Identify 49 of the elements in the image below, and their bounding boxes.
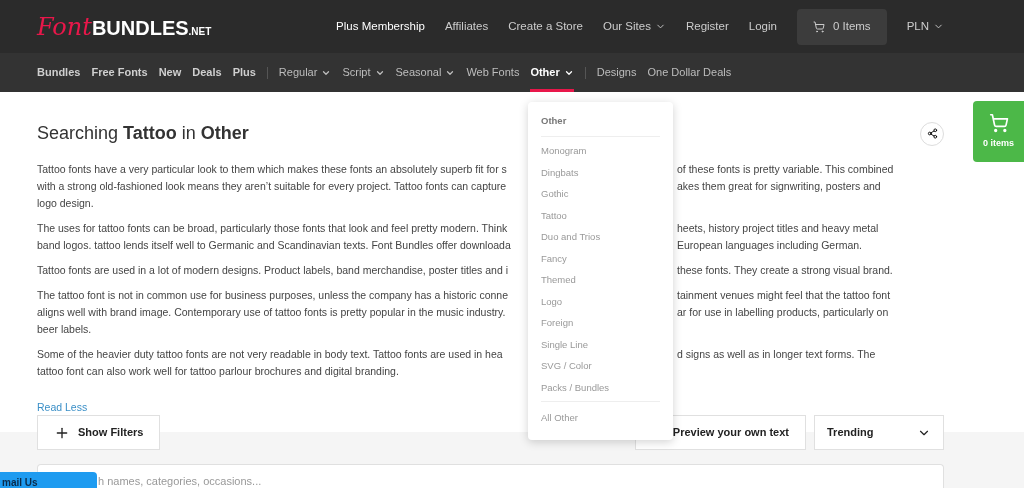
category-nav-link[interactable]: Regular [278, 53, 332, 92]
description-text: heets, history project titles and heavy metal [677, 221, 879, 236]
top-nav-link[interactable]: Affiliates [444, 17, 489, 36]
currency-select[interactable]: PLN [906, 17, 944, 36]
description-text: logo design. [37, 196, 95, 211]
category-nav-link[interactable]: New [158, 53, 182, 92]
email-us-button[interactable]: mail Us [0, 472, 97, 488]
description-text: of these fonts is pretty variable. This combined [677, 162, 894, 177]
category-nav-link[interactable]: Designs [596, 53, 637, 92]
category-nav-link[interactable]: Seasonal [395, 53, 456, 92]
description-text: Some of the heavier duty tattoo fonts are not very readable in body text. Tattoo fonts are used in hea [37, 347, 504, 362]
description-text: with a strong old-fashioned look means they aren’t suitable for every project. Tattoo fonts can capture [37, 179, 508, 194]
description-text: The uses for tattoo fonts can be broad, particularly those fonts that look and feel pretty modern. Think [37, 221, 509, 236]
cart-button[interactable]: 0 Items [796, 8, 887, 45]
share-icon [926, 128, 938, 139]
description-text: band logos. tattoo lends itself well to Germanic and Scandinavian texts. Font Bundles offer downloada [37, 238, 512, 253]
category-nav-link[interactable]: Deals [192, 53, 222, 92]
category-nav-link[interactable]: Script [342, 53, 385, 92]
top-nav-link[interactable]: Create a Store [508, 17, 583, 36]
top-nav-link[interactable]: Our Sites [603, 17, 666, 36]
top-nav-link[interactable]: Login [748, 17, 777, 36]
description-text: tainment venues might feel that the tattoo font [677, 288, 891, 303]
description-text: aligns well with brand image. Contemporary use of tattoo fonts is pretty popular in the music industry. [37, 305, 507, 320]
description-text: akes them great for signwriting, posters and [677, 179, 881, 194]
cart-icon [812, 20, 825, 33]
top-nav-link[interactable]: Register [685, 17, 729, 36]
top-nav-link[interactable]: Plus Membership [336, 17, 425, 36]
description-text: The tattoo font is not in common use for business purposes, unless the company has a historic conne [37, 288, 509, 303]
description-text: ar for use in labelling products, particularly on [677, 305, 889, 320]
description-text: tattoo font can also work well for tattoo parlour brochures and digital branding. [37, 364, 400, 379]
description-text: d signs as well as in longer text forms. The [677, 347, 876, 362]
page-heading: Searching Tattoo in Other [37, 122, 249, 145]
category-nav-link[interactable]: Plus [232, 53, 256, 92]
site-logo[interactable]: FontBUNDLES.NET [37, 8, 212, 45]
sort-select[interactable]: Trending [814, 415, 944, 450]
description-text: beer labels. [37, 322, 93, 337]
dropdown-title: Other [541, 114, 660, 138]
search-field[interactable]: h names, categories, occasions... [37, 464, 944, 488]
description-text: European languages including German. [677, 238, 863, 253]
category-nav-link[interactable]: Free Fonts [91, 53, 148, 92]
description-text: these fonts. They create a strong visual brand. [677, 263, 893, 278]
category-nav-link[interactable]: One Dollar Deals [647, 53, 732, 92]
description-text: Tattoo fonts are used in a lot of modern designs. Product labels, band merchandise, poster titles and i [37, 263, 510, 278]
description-text: Tattoo fonts have a very particular look to them which makes these fonts an absolutely superb fit for s [37, 162, 508, 177]
cart-icon [988, 112, 1009, 133]
category-nav-link[interactable]: Bundles [37, 53, 81, 92]
show-filters-button[interactable]: Show Filters [37, 415, 161, 450]
category-nav-link[interactable]: Web Fonts [466, 53, 520, 92]
category-nav-link[interactable]: Other [530, 53, 574, 92]
